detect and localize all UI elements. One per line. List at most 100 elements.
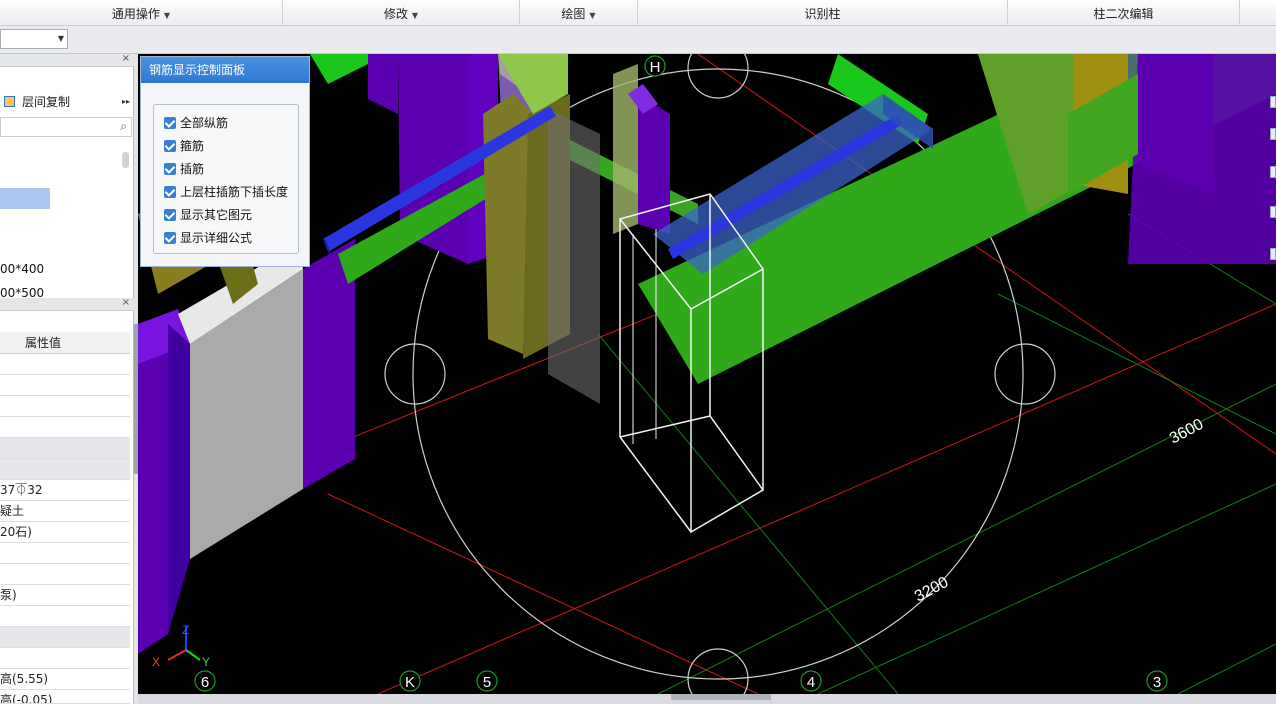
component-search-input[interactable]: ⌕ bbox=[0, 117, 132, 137]
tool-button[interactable] bbox=[1270, 248, 1276, 260]
option-label: 显示其它图元 bbox=[180, 208, 253, 222]
property-group-row[interactable] bbox=[0, 438, 130, 459]
tree-item[interactable]: 00*400 bbox=[0, 262, 44, 276]
axis-label: 5 bbox=[483, 674, 491, 691]
close-icon[interactable]: × bbox=[122, 53, 130, 64]
column-face bbox=[1128, 54, 1276, 264]
property-value: 20石) bbox=[0, 525, 32, 539]
column-side bbox=[168, 324, 190, 634]
checkbox-checked-icon[interactable] bbox=[164, 140, 176, 152]
property-row[interactable]: 高(5.55) bbox=[0, 669, 130, 690]
more-icon[interactable]: ▸▸ bbox=[122, 90, 130, 114]
option-show-formula[interactable]: 显示详细公式 bbox=[164, 229, 252, 247]
floor-copy-button[interactable]: 层间复制 ▸▸ bbox=[0, 90, 134, 114]
tool-button[interactable] bbox=[1270, 206, 1276, 218]
scrollbar-thumb[interactable] bbox=[122, 152, 129, 168]
property-table-header: 属性值 bbox=[0, 332, 130, 354]
floor-combo[interactable]: ▼ bbox=[0, 29, 68, 49]
property-row[interactable] bbox=[0, 396, 130, 417]
option-upper-dowel-length[interactable]: 上层柱插筋下插长度 bbox=[164, 183, 288, 201]
bottom-collapse-tab[interactable] bbox=[671, 694, 771, 700]
option-all-longitudinal[interactable]: 全部纵筋 bbox=[164, 114, 228, 132]
checkbox-checked-icon[interactable] bbox=[164, 209, 176, 221]
property-row[interactable] bbox=[0, 354, 130, 375]
property-group-row[interactable] bbox=[0, 459, 130, 480]
property-row[interactable] bbox=[0, 564, 130, 585]
option-label: 箍筋 bbox=[180, 139, 205, 153]
identify-column-group[interactable]: 识别柱 bbox=[638, 0, 1008, 26]
axis-bubble bbox=[384, 343, 446, 405]
gizmo-y-label: Y bbox=[202, 655, 210, 669]
selected-tree-item[interactable] bbox=[0, 188, 50, 209]
column-secondary-edit-label: 柱二次编辑 bbox=[1093, 7, 1154, 21]
axis-bubble bbox=[687, 54, 749, 99]
checkbox-checked-icon[interactable] bbox=[164, 186, 176, 198]
checkbox-checked-icon[interactable] bbox=[164, 232, 176, 244]
option-show-other-elements[interactable]: 显示其它图元 bbox=[164, 206, 252, 224]
search-icon[interactable]: ⌕ bbox=[120, 119, 127, 134]
tool-button[interactable] bbox=[1270, 128, 1276, 140]
property-row[interactable]: 高(-0.05) bbox=[0, 690, 130, 704]
property-row[interactable] bbox=[0, 648, 130, 669]
translucent-column bbox=[548, 109, 600, 404]
gizmo-x-axis bbox=[167, 649, 187, 661]
close-icon[interactable]: × bbox=[122, 297, 130, 308]
property-row[interactable] bbox=[0, 543, 130, 564]
tool-button[interactable] bbox=[1270, 96, 1276, 108]
axis-label: 3 bbox=[1153, 674, 1161, 691]
grid-line bbox=[377, 303, 1276, 694]
axis-bubble bbox=[687, 648, 749, 694]
axis-label: 4 bbox=[807, 674, 815, 691]
property-value: 37⏁32 bbox=[0, 483, 43, 497]
identify-column-label: 识别柱 bbox=[804, 7, 841, 21]
secondary-toolbar: ▼ bbox=[0, 26, 1276, 54]
chevron-down-icon: ▼ bbox=[57, 34, 64, 43]
property-value: 高(-0.05) bbox=[0, 693, 53, 704]
rebar-panel-title[interactable]: 钢筋显示控制面板 bbox=[141, 57, 309, 83]
common-ops-menu[interactable]: 通用操作 ▼ bbox=[0, 0, 283, 26]
property-value: 疑土 bbox=[0, 504, 25, 518]
grid-line bbox=[327, 493, 759, 694]
option-label: 全部纵筋 bbox=[180, 116, 229, 130]
property-row[interactable]: 疑土 bbox=[0, 501, 130, 522]
property-row[interactable] bbox=[0, 417, 130, 438]
grid-line bbox=[1177, 643, 1276, 694]
checkbox-checked-icon[interactable] bbox=[164, 163, 176, 175]
property-row[interactable] bbox=[0, 606, 130, 627]
viewport-bottom-bar bbox=[138, 694, 1276, 704]
chevron-down-icon: ▼ bbox=[163, 11, 171, 20]
chevron-down-icon: ▼ bbox=[411, 11, 419, 20]
property-row[interactable] bbox=[0, 375, 130, 396]
option-dowel[interactable]: 插筋 bbox=[164, 160, 204, 178]
copy-icon bbox=[4, 96, 15, 107]
draw-menu[interactable]: 绘图 ▼ bbox=[520, 0, 638, 26]
property-value-header: 属性值 bbox=[25, 336, 62, 350]
tool-button[interactable] bbox=[1270, 166, 1276, 178]
axis-bubble bbox=[994, 343, 1056, 405]
property-value: 高(5.55) bbox=[0, 672, 49, 686]
floor-copy-label: 层间复制 bbox=[22, 95, 71, 109]
dimension-label: 3200 bbox=[912, 574, 951, 606]
property-value: 泵) bbox=[0, 588, 17, 602]
column-face bbox=[368, 54, 398, 114]
option-label: 上层柱插筋下插长度 bbox=[180, 185, 289, 199]
grid-line bbox=[817, 483, 1276, 694]
property-row[interactable]: 20石) bbox=[0, 522, 130, 543]
right-tool-strip bbox=[1268, 54, 1276, 294]
dimension-label: 3600 bbox=[1167, 416, 1206, 448]
ribbon-bar: 通用操作 ▼ 修改 ▼ 绘图 ▼ 识别柱 柱二次编辑 bbox=[0, 0, 1276, 26]
modify-menu[interactable]: 修改 ▼ bbox=[283, 0, 520, 26]
property-panel-titlebar: × bbox=[0, 297, 134, 311]
tree-item[interactable]: 00*500 bbox=[0, 286, 44, 298]
modify-label: 修改 bbox=[383, 7, 408, 21]
left-panel: × 层间复制 ▸▸ ⌕ 00*400 00*500 × 属性值 37⏁32 疑土… bbox=[0, 53, 134, 704]
axis-label: 6 bbox=[201, 674, 209, 691]
grid-line bbox=[997, 293, 1276, 435]
checkbox-checked-icon[interactable] bbox=[164, 117, 176, 129]
chevron-down-icon: ▼ bbox=[589, 11, 596, 20]
property-group-row[interactable] bbox=[0, 627, 130, 648]
column-secondary-edit-group[interactable]: 柱二次编辑 bbox=[1008, 0, 1240, 26]
property-row[interactable]: 泵) bbox=[0, 585, 130, 606]
property-row[interactable]: 37⏁32 bbox=[0, 480, 130, 501]
option-stirrup[interactable]: 箍筋 bbox=[164, 137, 204, 155]
